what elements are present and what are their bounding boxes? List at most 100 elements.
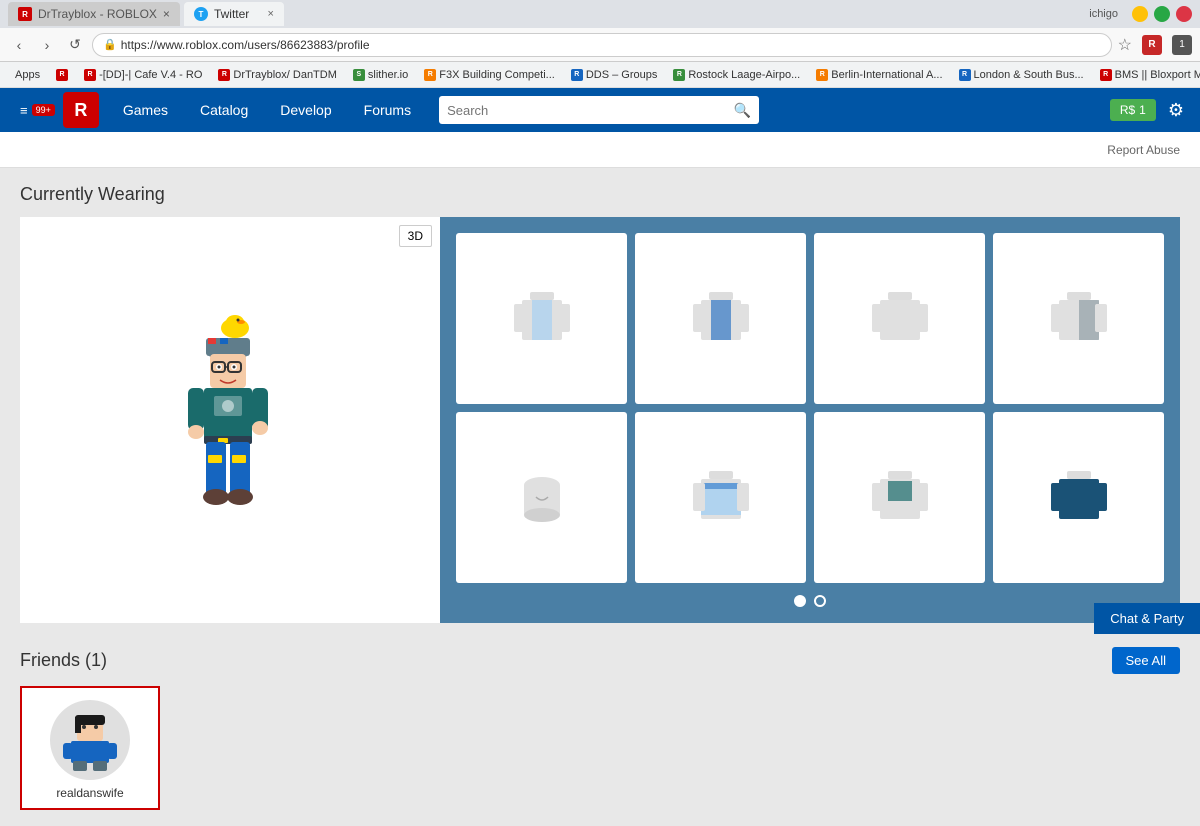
nav-catalog[interactable]: Catalog	[184, 88, 264, 132]
item-cell-4[interactable]	[993, 233, 1164, 404]
items-grid-container	[440, 217, 1180, 623]
slither-label: slither.io	[368, 69, 408, 81]
friend-card-realdanswife[interactable]: realdanswife	[20, 686, 160, 810]
bookmark-star-icon[interactable]: ☆	[1118, 35, 1132, 55]
robux-label: R$	[1120, 103, 1135, 117]
twitter-tab-close[interactable]: ×	[268, 8, 274, 20]
chat-party-button[interactable]: Chat & Party	[1094, 603, 1200, 634]
f3x-favicon: R	[424, 69, 436, 81]
roblox-tab-close[interactable]: ×	[163, 7, 170, 21]
london-label: London & South Bus...	[974, 69, 1084, 81]
f3x-label: F3X Building Competi...	[439, 69, 555, 81]
items-grid	[456, 233, 1164, 583]
extension-icon-2[interactable]: 1	[1172, 35, 1192, 55]
twitter-favicon: T	[194, 7, 208, 21]
menu-button[interactable]: ≡ 99+	[12, 103, 63, 118]
robux-count: 1	[1139, 103, 1146, 117]
report-abuse-link[interactable]: Report Abuse	[1107, 143, 1180, 157]
settings-icon[interactable]: ⚙	[1164, 96, 1188, 125]
bookmarks-bar: Apps R R -[DD]-| Cafe V.4 - RO R DrTrayb…	[0, 62, 1200, 88]
nav-forums[interactable]: Forums	[348, 88, 427, 132]
cafev4-favicon: R	[84, 69, 96, 81]
address-bar-container: ‹ › ↺ 🔒 https://www.roblox.com/users/866…	[0, 28, 1200, 62]
roblox-favicon: R	[18, 7, 32, 21]
back-button[interactable]: ‹	[8, 34, 30, 56]
item-cell-2[interactable]	[635, 233, 806, 404]
menu-icon: ≡	[20, 103, 28, 118]
search-container: 🔍	[439, 96, 759, 124]
see-all-button[interactable]: See All	[1112, 647, 1180, 674]
main-content: Report Abuse Currently Wearing 3D	[0, 132, 1200, 826]
close-button[interactable]	[1176, 6, 1192, 22]
dds-favicon: R	[571, 69, 583, 81]
nav-links: Games Catalog Develop Forums	[107, 88, 427, 132]
rostock-favicon: R	[673, 69, 685, 81]
bms-label: BMS || Bloxport Midd...	[1115, 69, 1200, 81]
drtrayblox-favicon: R	[218, 69, 230, 81]
friend-name-realdanswife: realdanswife	[56, 786, 123, 800]
bookmark-f3x[interactable]: R F3X Building Competi...	[417, 67, 562, 83]
roblox-tab[interactable]: R DrTrayblox - ROBLOX ×	[8, 2, 180, 26]
rostock-label: Rostock Laage-Airpo...	[688, 69, 800, 81]
currently-wearing-section: Currently Wearing 3D	[0, 168, 1200, 639]
twitter-tab[interactable]: T Twitter ×	[184, 2, 284, 26]
friends-grid: realdanswife	[20, 686, 1180, 810]
slither-favicon: S	[353, 69, 365, 81]
friends-section: Friends (1) See All	[0, 639, 1200, 826]
avatar-figure	[150, 300, 310, 540]
browser-user-label: ichigo	[1089, 8, 1118, 20]
robux-button[interactable]: R$ 1	[1110, 99, 1156, 121]
friends-title: Friends (1)	[20, 650, 107, 671]
london-favicon: R	[959, 69, 971, 81]
berlin-label: Berlin-International A...	[831, 69, 942, 81]
apps-label: Apps	[15, 69, 40, 81]
pagination-dots	[794, 595, 826, 607]
address-input[interactable]: 🔒 https://www.roblox.com/users/86623883/…	[92, 33, 1112, 57]
roblox-navbar: ≡ 99+ R Games Catalog Develop Forums 🔍 R…	[0, 88, 1200, 132]
pagination-dot-1[interactable]	[794, 595, 806, 607]
bookmark-london[interactable]: R London & South Bus...	[952, 67, 1091, 83]
forward-button[interactable]: ›	[36, 34, 58, 56]
nav-develop[interactable]: Develop	[264, 88, 347, 132]
bms-favicon: R	[1100, 69, 1112, 81]
minimize-button[interactable]	[1132, 6, 1148, 22]
search-input[interactable]	[447, 103, 734, 118]
roblox-logo[interactable]: R	[63, 92, 99, 128]
friends-header: Friends (1) See All	[20, 647, 1180, 674]
twitter-tab-label: Twitter	[214, 7, 249, 21]
item-cell-6[interactable]	[635, 412, 806, 583]
pagination-dot-2[interactable]	[814, 595, 826, 607]
search-icon[interactable]: 🔍	[734, 102, 751, 119]
browser-titlebar: R DrTrayblox - ROBLOX × T Twitter × ichi…	[0, 0, 1200, 28]
friend-avatar-realdanswife	[50, 700, 130, 780]
drtrayblox-label: DrTrayblox/ DanTDM	[233, 69, 337, 81]
reload-button[interactable]: ↺	[64, 34, 86, 56]
url-text: https://www.roblox.com/users/86623883/pr…	[121, 38, 370, 52]
3d-button[interactable]: 3D	[399, 225, 432, 247]
currently-wearing-title: Currently Wearing	[20, 184, 1180, 205]
dds-label: DDS – Groups	[586, 69, 658, 81]
bookmark-roblox-icon[interactable]: R	[49, 67, 75, 83]
maximize-button[interactable]	[1154, 6, 1170, 22]
extension-icon[interactable]: R	[1142, 35, 1162, 55]
bookmark-drtrayblox[interactable]: R DrTrayblox/ DanTDM	[211, 67, 344, 83]
wearing-container: 3D	[20, 217, 1180, 623]
item-cell-5[interactable]	[456, 412, 627, 583]
avatar-display: 3D	[20, 217, 440, 623]
bookmark-berlin[interactable]: R Berlin-International A...	[809, 67, 949, 83]
nav-games[interactable]: Games	[107, 88, 184, 132]
lock-icon: 🔒	[103, 38, 117, 51]
nav-right: R$ 1 ⚙	[1110, 96, 1188, 125]
bookmark-cafev4[interactable]: R -[DD]-| Cafe V.4 - RO	[77, 67, 209, 83]
bookmark-dds[interactable]: R DDS – Groups	[564, 67, 665, 83]
berlin-favicon: R	[816, 69, 828, 81]
item-cell-7[interactable]	[814, 412, 985, 583]
item-cell-1[interactable]	[456, 233, 627, 404]
bookmark-rostock[interactable]: R Rostock Laage-Airpo...	[666, 67, 807, 83]
bookmark-slither[interactable]: S slither.io	[346, 67, 415, 83]
cafev4-label: -[DD]-| Cafe V.4 - RO	[99, 69, 202, 81]
item-cell-8[interactable]	[993, 412, 1164, 583]
bookmark-apps[interactable]: Apps	[8, 67, 47, 83]
item-cell-3[interactable]	[814, 233, 985, 404]
bookmark-bms[interactable]: R BMS || Bloxport Midd...	[1093, 67, 1200, 83]
